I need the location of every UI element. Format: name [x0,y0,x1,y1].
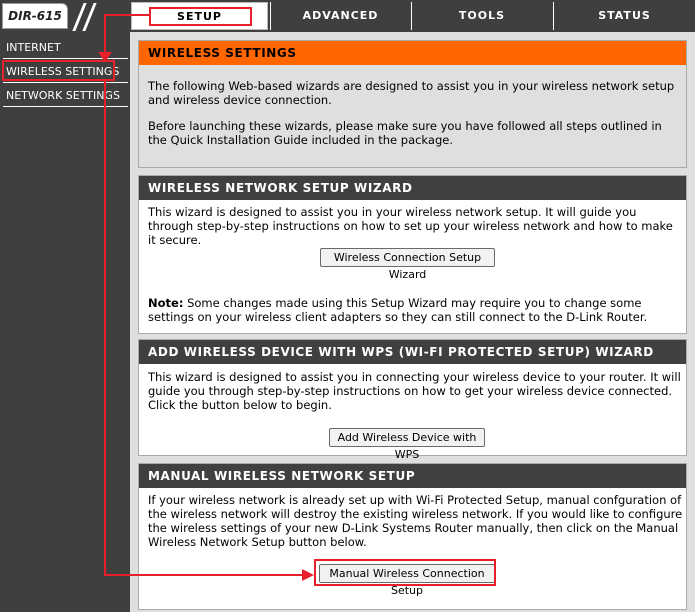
intro-paragraph: Before launching these wizards, please m… [148,119,662,147]
note-text: Some changes made using this Setup Wizar… [148,296,648,324]
manual-description: If your wireless network is already set … [148,493,683,549]
tab-advanced[interactable]: ADVANCED [270,2,410,30]
model-logo: DIR-615 [2,3,68,29]
section-title: WIRELESS NETWORK SETUP WIZARD [139,176,686,200]
wireless-setup-wizard-section: WIRELESS NETWORK SETUP WIZARD This wizar… [138,175,687,334]
manual-wireless-setup-section: MANUAL WIRELESS NETWORK SETUP If your wi… [138,463,687,610]
section-title: WIRELESS SETTINGS [139,41,686,65]
tab-tools[interactable]: TOOLS [411,2,552,30]
tab-label: ADVANCED [302,9,379,22]
sidebar-item-network-settings[interactable]: NETWORK SETTINGS [3,85,128,107]
section-title: MANUAL WIRELESS NETWORK SETUP [139,464,686,488]
annotation-line [104,80,106,575]
intro-paragraph: The following Web-based wizards are desi… [148,79,675,107]
annotation-line [104,574,306,576]
wps-wizard-section: ADD WIRELESS DEVICE WITH WPS (WI-FI PROT… [138,339,687,461]
setup-tab-highlight [149,7,252,26]
wireless-connection-setup-wizard-button[interactable]: Wireless Connection Setup Wizard [320,248,495,281]
note-label: Note: [148,296,184,310]
arrow-right-icon [302,569,314,581]
annotation-line [104,14,150,16]
tab-status[interactable]: STATUS [553,2,695,30]
wireless-settings-section: WIRELESS SETTINGS The following Web-base… [138,40,687,168]
model-name: DIR-615 [8,9,62,23]
section-title: ADD WIRELESS DEVICE WITH WPS (WI-FI PROT… [139,340,686,364]
add-wireless-device-wps-button[interactable]: Add Wireless Device with WPS [329,428,485,461]
wizard-description: This wizard is designed to assist you in… [148,205,673,247]
wireless-settings-highlight [2,60,115,81]
arrow-down-icon [98,52,112,62]
tab-label: TOOLS [458,9,506,22]
wizard-note: Note: Some changes made using this Setup… [148,296,683,324]
sidebar [0,32,130,612]
tab-label: STATUS [598,9,651,22]
wps-description: This wizard is designed to assist you in… [148,370,681,412]
manual-setup-button-highlight [314,559,496,586]
